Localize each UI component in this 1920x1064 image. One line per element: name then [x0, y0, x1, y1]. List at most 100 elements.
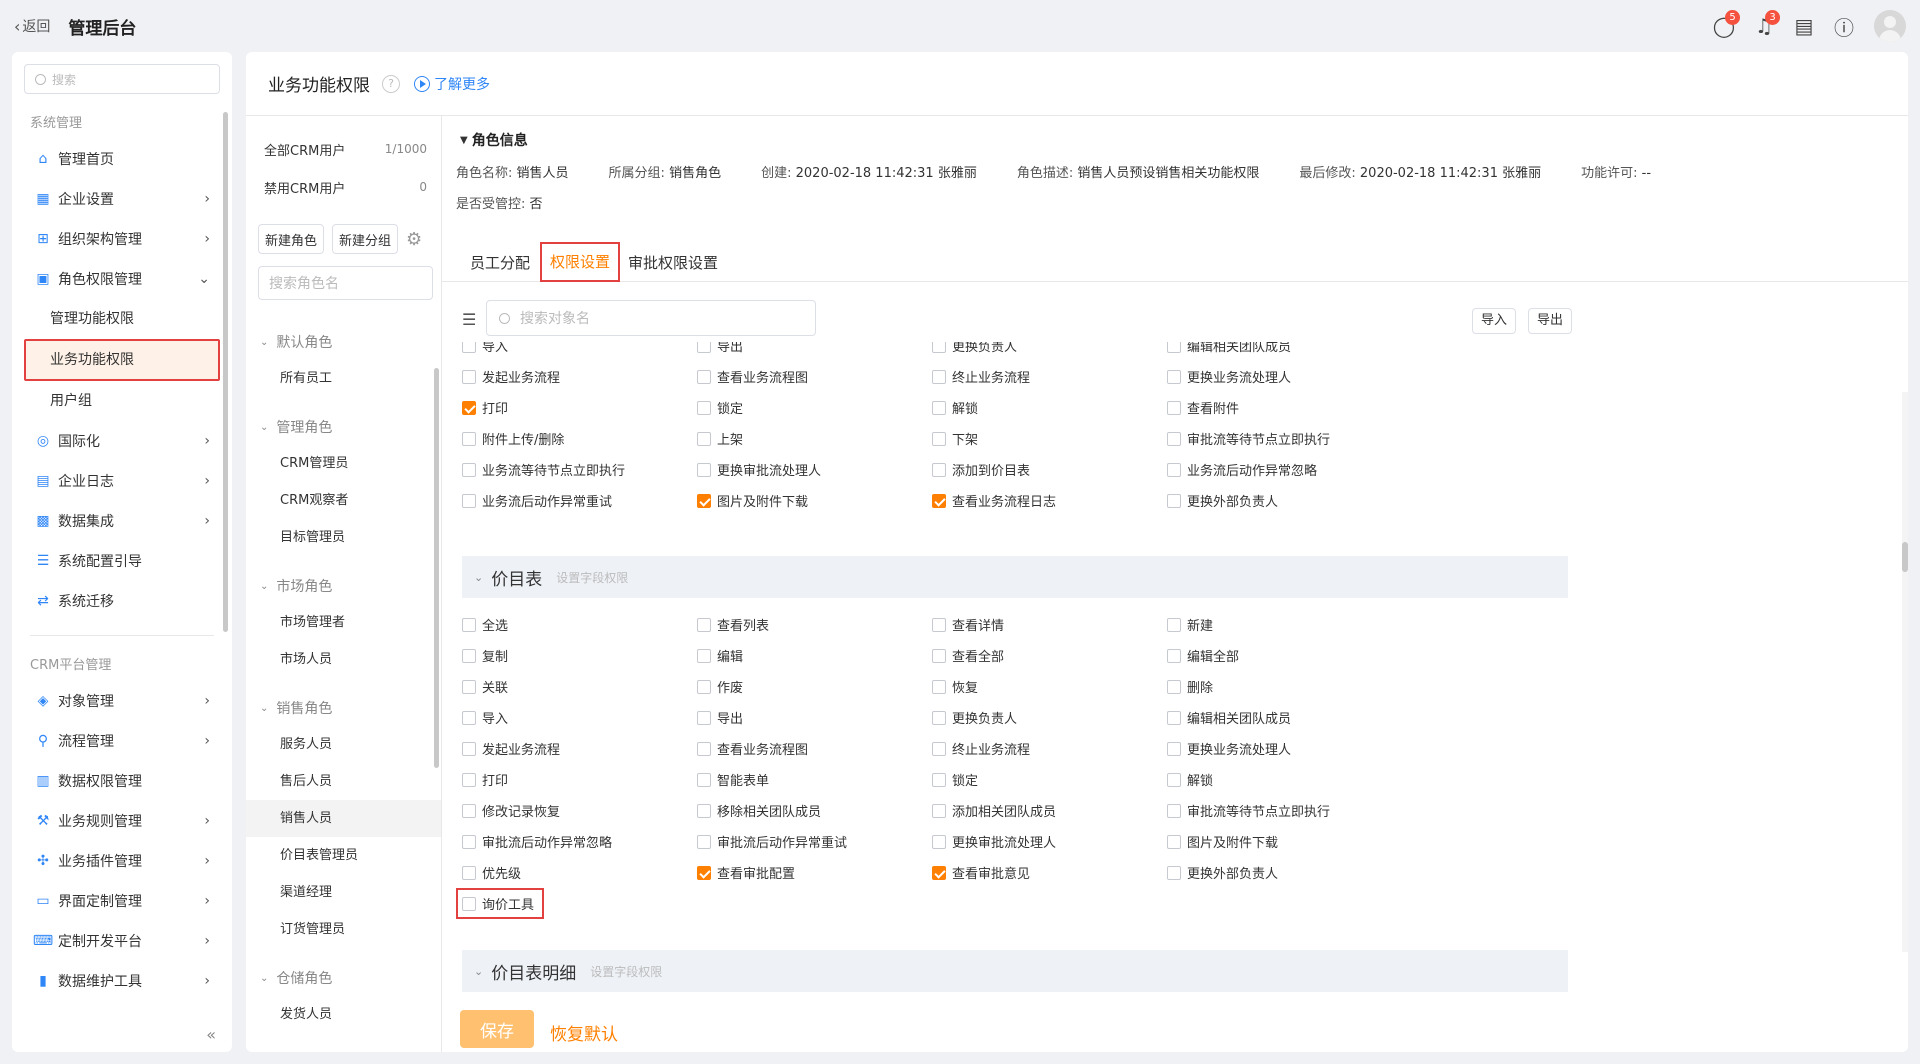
sidebar-sub-business-perm[interactable]: 业务功能权限 [24, 339, 220, 381]
role-item[interactable]: CRM管理员 [246, 445, 441, 482]
checkbox-box[interactable] [462, 710, 476, 725]
permission-checkbox[interactable]: 导入 [462, 342, 697, 355]
checkbox-box[interactable] [462, 803, 476, 818]
checkbox-box[interactable] [697, 493, 711, 508]
checkbox-box[interactable] [932, 431, 946, 446]
permission-checkbox[interactable]: 打印 [462, 398, 697, 417]
permission-checkbox[interactable]: 更换审批流处理人 [697, 460, 932, 479]
stat-all-crm-users[interactable]: 全部CRM用户 1/1000 [246, 130, 441, 168]
permission-checkbox[interactable]: 作废 [697, 677, 932, 696]
object-search-input[interactable]: 搜索对象名 [486, 300, 816, 336]
sidebar-item[interactable]: ⇄ 系统迁移 [12, 581, 232, 621]
permission-checkbox[interactable]: 发起业务流程 [462, 367, 697, 386]
sidebar-scrollbar[interactable] [223, 112, 228, 632]
permission-checkbox[interactable]: 更换审批流处理人 [932, 832, 1167, 851]
checkbox-box[interactable] [1167, 679, 1181, 694]
role-info-header[interactable]: ▼ 角色信息 [460, 130, 1908, 150]
checkbox-box[interactable] [1167, 803, 1181, 818]
checkbox-box[interactable] [462, 431, 476, 446]
checkbox-box[interactable] [697, 462, 711, 477]
checkbox-box[interactable] [932, 493, 946, 508]
checkbox-box[interactable] [462, 679, 476, 694]
permission-checkbox[interactable]: 编辑相关团队成员 [1167, 708, 1402, 727]
checkbox-box[interactable] [697, 803, 711, 818]
permission-checkbox[interactable]: 锁定 [697, 398, 932, 417]
permission-checkbox[interactable]: 修改记录恢复 [462, 801, 697, 820]
role-item[interactable]: 销售人员 [246, 800, 441, 837]
sidebar-item[interactable]: ▦ 企业设置 › [12, 179, 232, 219]
permission-checkbox[interactable]: 更换外部负责人 [1167, 491, 1402, 510]
permission-checkbox[interactable]: 解锁 [1167, 770, 1402, 789]
checkbox-box[interactable] [932, 679, 946, 694]
role-item[interactable]: CRM观察者 [246, 482, 441, 519]
role-item[interactable]: 发货人员 [246, 996, 441, 1033]
permission-checkbox[interactable]: 删除 [1167, 677, 1402, 696]
permission-checkbox[interactable]: 复制 [462, 646, 697, 665]
checkbox-box[interactable] [932, 648, 946, 663]
role-group-header[interactable]: ⌄ 市场角色 [246, 568, 441, 604]
permission-checkbox[interactable]: 审批流后动作异常忽略 [462, 832, 697, 851]
checkbox-box[interactable] [932, 710, 946, 725]
permission-checkbox[interactable]: 审批流等待节点立即执行 [1167, 801, 1402, 820]
sidebar-item[interactable]: ◎ 国际化 › [12, 421, 232, 461]
checkbox-box[interactable] [1167, 710, 1181, 725]
permission-checkbox[interactable]: 查看业务流程图 [697, 739, 932, 758]
sidebar-item[interactable]: ⊞ 组织架构管理 › [12, 219, 232, 259]
checkbox-box[interactable] [932, 462, 946, 477]
permission-checkbox[interactable]: 更换外部负责人 [1167, 863, 1402, 882]
permission-checkbox[interactable]: 附件上传/删除 [462, 429, 697, 448]
permission-checkbox[interactable]: 业务流后动作异常重试 [462, 491, 697, 510]
role-item[interactable]: 市场管理者 [246, 604, 441, 641]
role-list-scrollbar[interactable] [434, 368, 439, 768]
permission-checkbox[interactable]: 锁定 [932, 770, 1167, 789]
sidebar-item[interactable]: ✣ 业务插件管理 › [12, 841, 232, 881]
new-group-button[interactable]: 新建分组 [332, 224, 399, 254]
permission-checkbox[interactable]: 终止业务流程 [932, 367, 1167, 386]
permission-checkbox[interactable]: 导出 [697, 708, 932, 727]
checkbox-box[interactable] [932, 741, 946, 756]
collapse-sidebar-button[interactable]: « [206, 1025, 216, 1044]
sidebar-item[interactable]: ▩ 数据集成 › [12, 501, 232, 541]
permission-checkbox[interactable]: 移除相关团队成员 [697, 801, 932, 820]
checkbox-box[interactable] [462, 834, 476, 849]
permission-checkbox[interactable]: 编辑相关团队成员 [1167, 342, 1402, 355]
checkbox-box[interactable] [1167, 400, 1181, 415]
checkbox-box[interactable] [697, 400, 711, 415]
permission-checkbox[interactable]: 上架 [697, 429, 932, 448]
save-button[interactable]: 保存 [460, 1010, 534, 1048]
checkbox-box[interactable] [462, 493, 476, 508]
permission-checkbox[interactable]: 更换负责人 [932, 708, 1167, 727]
checkbox-box[interactable] [1167, 772, 1181, 787]
checkbox-box[interactable] [932, 369, 946, 384]
permission-checkbox[interactable]: 查看附件 [1167, 398, 1402, 417]
checkbox-box[interactable] [1167, 369, 1181, 384]
checkbox-box[interactable] [462, 617, 476, 632]
permission-checkbox[interactable]: 业务流等待节点立即执行 [462, 460, 697, 479]
role-item[interactable]: 目标管理员 [246, 519, 441, 556]
tab-approval-permission[interactable]: 审批权限设置 [628, 242, 718, 282]
role-item[interactable]: 市场人员 [246, 641, 441, 678]
checkbox-box[interactable] [697, 741, 711, 756]
permission-checkbox[interactable]: 更换负责人 [932, 342, 1167, 355]
permission-checkbox[interactable]: 更换业务流处理人 [1167, 739, 1402, 758]
checkbox-box[interactable] [462, 648, 476, 663]
checkbox-box[interactable] [697, 431, 711, 446]
checkbox-box[interactable] [697, 369, 711, 384]
reset-default-button[interactable]: 恢复默认 [550, 1020, 618, 1045]
field-permission-link[interactable]: 设置字段权限 [590, 963, 662, 980]
checkbox-box[interactable] [697, 710, 711, 725]
checkbox-box[interactable] [932, 834, 946, 849]
checkbox-box[interactable] [1167, 493, 1181, 508]
permission-checkbox[interactable]: 打印 [462, 770, 697, 789]
permission-checkbox[interactable]: 添加到价目表 [932, 460, 1167, 479]
permission-checkbox[interactable]: 下架 [932, 429, 1167, 448]
import-button[interactable]: 导入 [1472, 308, 1517, 334]
permission-checkbox[interactable]: 审批流后动作异常重试 [697, 832, 932, 851]
role-item[interactable]: 所有员工 [246, 360, 441, 397]
checkbox-box[interactable] [1167, 617, 1181, 632]
permission-checkbox[interactable]: 更换业务流处理人 [1167, 367, 1402, 386]
scrollbar-thumb[interactable] [1902, 542, 1908, 572]
tab-staff[interactable]: 员工分配 [470, 242, 530, 282]
permission-checkbox[interactable]: 图片及附件下载 [1167, 832, 1402, 851]
sidebar-item[interactable]: ⌨ 定制开发平台 › [12, 921, 232, 961]
